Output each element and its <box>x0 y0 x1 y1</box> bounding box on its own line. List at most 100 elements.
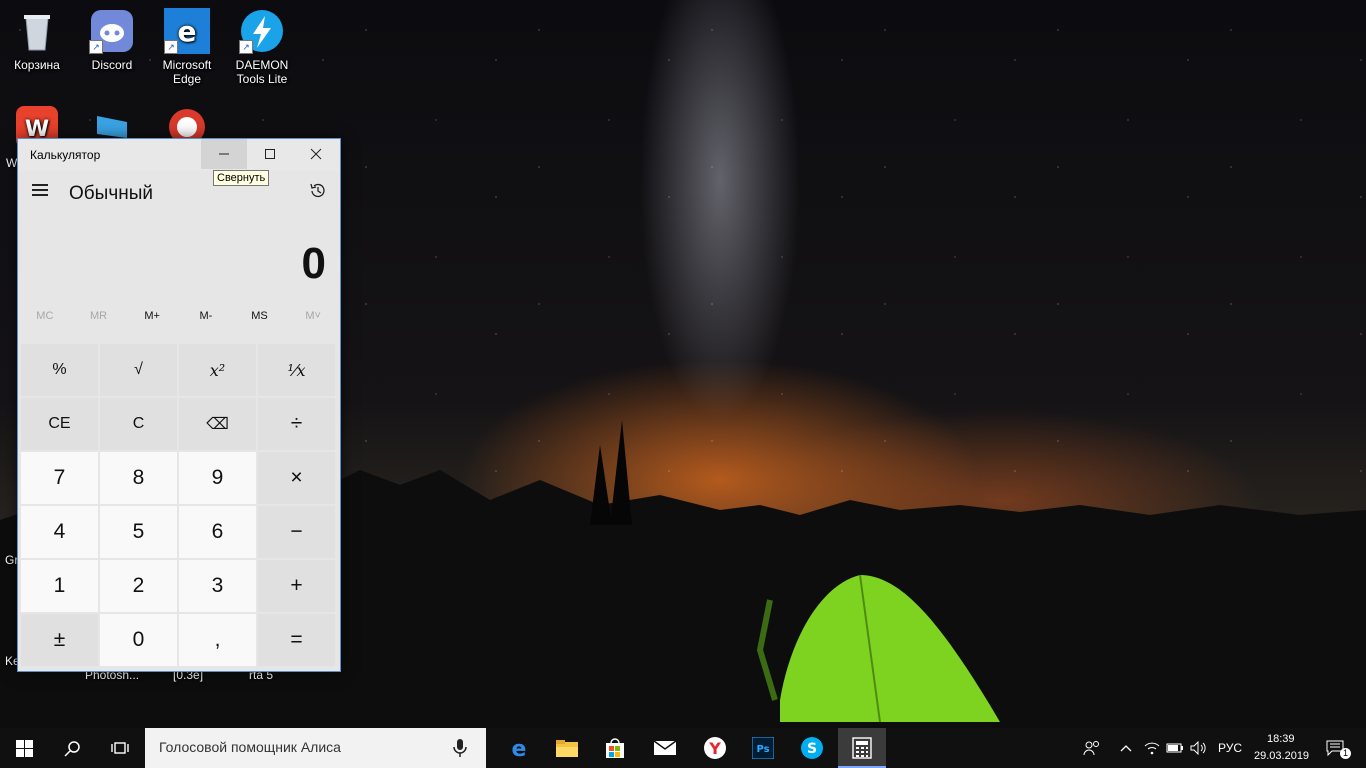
calculator-header: Обычный <box>18 171 340 217</box>
minimize-icon <box>219 153 229 155</box>
square-button[interactable]: x² <box>179 344 256 396</box>
minimize-button[interactable] <box>201 139 247 169</box>
search-button[interactable] <box>48 728 96 768</box>
multiply-button[interactable]: × <box>258 452 335 504</box>
taskbar-skype[interactable]: S <box>788 728 836 768</box>
clear-button[interactable]: C <box>100 398 177 450</box>
memory-add-button[interactable]: M+ <box>125 303 179 329</box>
taskbar-file-explorer[interactable] <box>544 728 590 768</box>
digit-2-button[interactable]: 2 <box>100 560 177 612</box>
clear-entry-button[interactable]: CE <box>21 398 98 450</box>
edge-icon: e ↗ <box>164 8 210 54</box>
desktop-icon-daemon-tools[interactable]: ↗ DAEMON Tools Lite <box>225 8 299 86</box>
people-icon <box>1083 741 1099 756</box>
file-explorer-icon <box>556 740 578 757</box>
store-icon <box>606 738 624 758</box>
yandex-browser-icon: Y <box>704 737 726 759</box>
memory-subtract-button[interactable]: M- <box>179 303 233 329</box>
memory-store-button[interactable]: MS <box>233 303 287 329</box>
microphone-icon[interactable] <box>453 738 467 758</box>
daemon-tools-icon: ↗ <box>239 8 285 54</box>
hamburger-menu-icon[interactable] <box>32 181 52 201</box>
desktop-icon-recycle-bin[interactable]: Корзина <box>0 8 74 72</box>
people-button[interactable] <box>1078 728 1106 768</box>
volume-icon <box>1190 741 1206 755</box>
volume-button[interactable] <box>1187 728 1211 768</box>
edge-icon: e <box>512 737 527 760</box>
minimize-tooltip: Свернуть <box>213 170 270 186</box>
digit-6-button[interactable]: 6 <box>179 506 256 558</box>
task-view-icon <box>111 742 129 754</box>
decimal-button[interactable]: , <box>179 614 256 666</box>
calculator-window[interactable]: Калькулятор Обычный 0 MC MR M+ M- MS M˅ … <box>17 138 341 672</box>
wifi-icon <box>1144 742 1160 755</box>
desktop-icon-discord[interactable]: ↗ Discord <box>75 8 149 72</box>
memory-recall-button[interactable]: MR <box>72 303 126 329</box>
task-view-button[interactable] <box>96 728 144 768</box>
digit-9-button[interactable]: 9 <box>179 452 256 504</box>
partial-label-w: W <box>6 156 18 170</box>
shortcut-arrow-icon: ↗ <box>164 40 178 54</box>
taskbar-search-box[interactable]: Голосовой помощник Алиса <box>145 728 486 768</box>
close-icon <box>310 148 322 160</box>
memory-row: MC MR M+ M- MS M˅ <box>18 303 340 329</box>
maximize-button[interactable] <box>247 139 293 169</box>
digit-5-button[interactable]: 5 <box>100 506 177 558</box>
windows-logo-icon <box>15 739 33 757</box>
photoshop-icon: Ps <box>752 737 774 759</box>
calculator-icon <box>852 737 872 759</box>
digit-4-button[interactable]: 4 <box>21 506 98 558</box>
percent-button[interactable]: % <box>21 344 98 396</box>
negate-button[interactable]: ± <box>21 614 98 666</box>
recycle-bin-icon <box>14 8 60 54</box>
add-button[interactable]: + <box>258 560 335 612</box>
close-button[interactable] <box>293 139 339 169</box>
taskbar-photoshop[interactable]: Ps <box>740 728 786 768</box>
svg-text:S: S <box>807 741 817 757</box>
maximize-icon <box>265 149 275 159</box>
divide-button[interactable]: ÷ <box>258 398 335 450</box>
clock-time[interactable]: 18:39 <box>1267 733 1295 745</box>
backspace-button[interactable]: ⌫ <box>179 398 256 450</box>
title-bar[interactable]: Калькулятор <box>18 139 340 171</box>
search-placeholder: Голосовой помощник Алиса <box>159 739 341 755</box>
input-language-indicator[interactable]: РУС <box>1218 741 1242 755</box>
digit-3-button[interactable]: 3 <box>179 560 256 612</box>
desktop-icon-label: Microsoft Edge <box>162 58 212 86</box>
search-icon <box>63 740 80 757</box>
taskbar-mail[interactable] <box>640 728 690 768</box>
reciprocal-button[interactable]: ¹⁄x <box>258 344 335 396</box>
svg-text:Y: Y <box>708 739 721 758</box>
digit-8-button[interactable]: 8 <box>100 452 177 504</box>
square-root-button[interactable]: √ <box>100 344 177 396</box>
taskbar-yandex-browser[interactable]: Y <box>692 728 738 768</box>
memory-clear-button[interactable]: MC <box>18 303 72 329</box>
memory-list-button[interactable]: M˅ <box>286 303 340 329</box>
network-button[interactable] <box>1140 728 1164 768</box>
history-icon[interactable] <box>308 181 328 201</box>
start-button[interactable] <box>0 728 48 768</box>
clock-date[interactable]: 29.03.2019 <box>1254 750 1309 762</box>
svg-text:e: e <box>512 737 527 760</box>
digit-7-button[interactable]: 7 <box>21 452 98 504</box>
battery-icon <box>1166 743 1183 753</box>
taskbar-calculator[interactable] <box>838 728 886 768</box>
svg-text:e: e <box>178 15 197 48</box>
taskbar-store[interactable] <box>592 728 638 768</box>
digit-1-button[interactable]: 1 <box>21 560 98 612</box>
desktop-icon-label: DAEMON Tools Lite <box>235 58 289 86</box>
display-value: 0 <box>301 239 326 288</box>
battery-button[interactable] <box>1163 728 1187 768</box>
digit-0-button[interactable]: 0 <box>100 614 177 666</box>
taskbar-edge[interactable]: e <box>496 728 542 768</box>
equals-button[interactable]: = <box>258 614 335 666</box>
desktop-icon-label: Discord <box>91 58 133 72</box>
desktop-icon-edge[interactable]: e ↗ Microsoft Edge <box>150 8 224 86</box>
svg-text:Ps: Ps <box>756 744 769 755</box>
calculator-mode-title: Обычный <box>69 183 153 204</box>
desktop-icon-label: Корзина <box>14 58 60 72</box>
mail-icon <box>653 740 677 755</box>
notification-badge: 1 <box>1340 748 1351 759</box>
show-hidden-icons-button[interactable] <box>1114 728 1138 768</box>
subtract-button[interactable]: − <box>258 506 335 558</box>
